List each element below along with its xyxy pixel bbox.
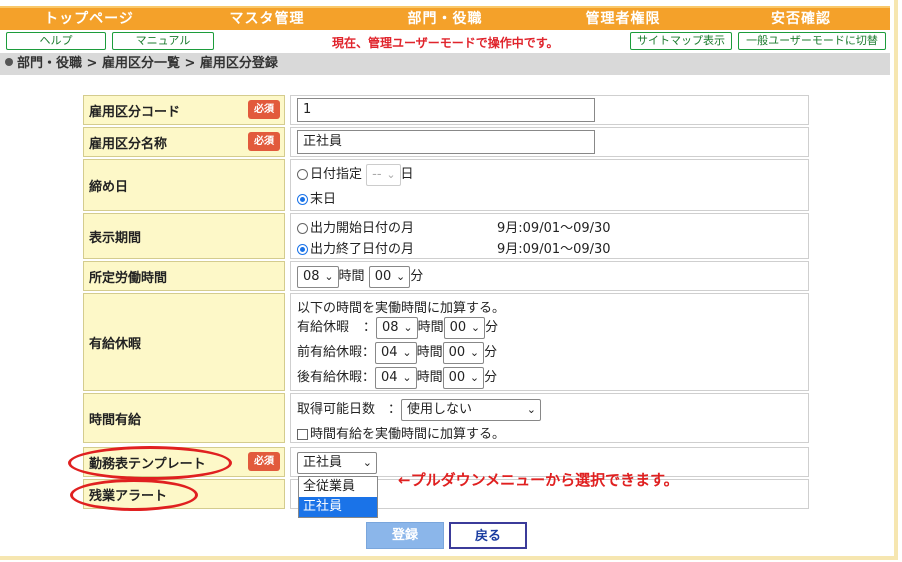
row-paid-leave: 有給休暇 以下の時間を実働時間に加算する。 有給休暇： 08 ⌄ 時間 00 ⌄ 分 前有給… xyxy=(83,293,809,391)
template-select[interactable]: 正社員 ⌄ xyxy=(297,452,377,474)
required-badge: 必須 xyxy=(248,452,280,471)
period-start-radio[interactable] xyxy=(297,223,308,234)
register-button[interactable]: 登録 xyxy=(366,522,444,549)
template-option-selected[interactable]: 正社員 xyxy=(299,497,377,517)
paid-leave-description: 以下の時間を実働時間に加算する。 xyxy=(297,301,506,316)
manual-button[interactable]: マニュアル xyxy=(112,32,214,50)
row-name: 雇用区分名称 必須 正社員 xyxy=(83,127,809,157)
sitemap-button[interactable]: サイトマップ表示 xyxy=(630,32,732,50)
work-hours-hour-select[interactable]: 08 ⌄ xyxy=(297,265,339,288)
hourly-days-select[interactable]: 使用しない ⌄ xyxy=(401,398,542,421)
work-hours-minute-select[interactable]: 00 ⌄ xyxy=(368,265,411,288)
required-badge: 必須 xyxy=(248,132,280,151)
period-end-radio[interactable] xyxy=(297,244,308,255)
paid-full-minute-select[interactable]: 00 ⌄ xyxy=(443,316,486,339)
admin-mode-notice: 現在、管理ユーザーモードで操作中です。 xyxy=(332,36,559,50)
paid-leave-label: 有給休暇 xyxy=(83,293,285,391)
paid-am-hour-select[interactable]: 04 ⌄ xyxy=(375,341,417,364)
breadcrumb: 部門・役職 > 雇用区分一覧 > 雇用区分登録 xyxy=(0,53,890,75)
name-label: 雇用区分名称 必須 xyxy=(83,127,285,157)
paid-pm-hour-select[interactable]: 04 ⌄ xyxy=(375,366,417,389)
required-badge: 必須 xyxy=(248,100,280,119)
closing-date-radio[interactable] xyxy=(297,169,308,180)
row-work-hours: 所定労働時間 08 ⌄ 時間 00 ⌄ 分 xyxy=(83,261,809,291)
display-period-label: 表示期間 xyxy=(83,213,285,259)
nav-master-admin[interactable]: マスタ管理 xyxy=(178,8,356,30)
name-input[interactable]: 正社員 xyxy=(297,130,595,154)
nav-admin-rights[interactable]: 管理者権限 xyxy=(534,8,712,30)
help-button[interactable]: ヘルプ xyxy=(6,32,106,50)
highlight-ellipse xyxy=(70,479,198,511)
closing-day-select[interactable]: -- ⌄ xyxy=(366,163,401,186)
sub-toolbar: ヘルプ マニュアル 現在、管理ユーザーモードで操作中です。 サイトマップ表示 一… xyxy=(0,30,890,52)
month-end-radio[interactable] xyxy=(297,194,308,205)
top-navigation: トップページ マスタ管理 部門・役職 管理者権限 安否確認 xyxy=(0,6,890,30)
highlight-ellipse xyxy=(68,446,232,480)
period-start-range: 9月:09/01～09/30 xyxy=(497,221,611,236)
hourly-add-checkbox[interactable] xyxy=(297,429,308,440)
row-closing-day: 締め日 日付指定 -- ⌄ 日 末日 xyxy=(83,159,809,211)
template-option[interactable]: 全従業員 xyxy=(299,477,377,497)
paid-am-minute-select[interactable]: 00 ⌄ xyxy=(442,341,485,364)
work-hours-label: 所定労働時間 xyxy=(83,261,285,291)
row-code: 雇用区分コード 必須 1 xyxy=(83,95,809,125)
nav-top-page[interactable]: トップページ xyxy=(0,8,178,30)
paid-full-hour-select[interactable]: 08 ⌄ xyxy=(376,316,418,339)
annotation-note: ←プルダウンメニューから選択できます。 xyxy=(398,471,679,489)
nav-safety-check[interactable]: 安否確認 xyxy=(712,8,890,30)
code-label: 雇用区分コード 必須 xyxy=(83,95,285,125)
bullet-icon xyxy=(5,58,13,66)
back-button[interactable]: 戻る xyxy=(449,522,527,549)
paid-pm-minute-select[interactable]: 00 ⌄ xyxy=(442,366,485,389)
closing-day-label: 締め日 xyxy=(83,159,285,211)
template-dropdown-list: 全従業員 正社員 xyxy=(298,476,378,518)
breadcrumb-text: 部門・役職 > 雇用区分一覧 > 雇用区分登録 xyxy=(17,56,278,71)
hourly-leave-label: 時間有給 xyxy=(83,393,285,443)
row-display-period: 表示期間 出力開始日付の月 9月:09/01～09/30 出力終了日付の月 9月… xyxy=(83,213,809,259)
row-hourly-leave: 時間有給 取得可能日数 ：使用しない ⌄ 時間有給を実働時間に加算する。 xyxy=(83,393,809,443)
period-end-range: 9月:09/01～09/30 xyxy=(497,242,611,257)
code-input[interactable]: 1 xyxy=(297,98,595,122)
nav-departments[interactable]: 部門・役職 xyxy=(356,8,534,30)
switch-user-mode-button[interactable]: 一般ユーザーモードに切替 xyxy=(738,32,886,50)
